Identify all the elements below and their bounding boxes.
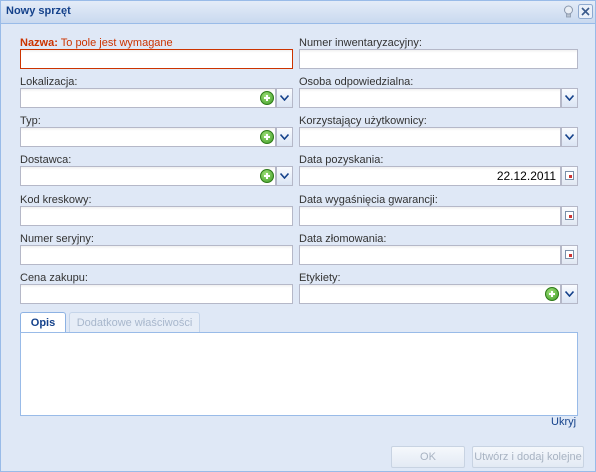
inventory-number-input[interactable] [299, 49, 578, 69]
responsible-person-input[interactable] [299, 88, 561, 108]
description-panel [20, 332, 578, 416]
purchase-price-input[interactable] [20, 284, 293, 304]
warranty-end-date-calendar-icon[interactable] [561, 206, 578, 226]
serial-number-label: Numer seryjny: [20, 233, 94, 245]
add-supplier-plus-icon[interactable] [260, 169, 274, 183]
tab-additional-properties[interactable]: Dodatkowe właściwości [69, 312, 200, 333]
warranty-end-date-label: Data wygaśnięcia gwarancji: [299, 194, 438, 206]
type-dropdown-chevron-down-icon[interactable] [276, 127, 293, 147]
users-dropdown-chevron-down-icon[interactable] [561, 127, 578, 147]
ok-button[interactable]: OK [391, 446, 465, 468]
lightbulb-icon[interactable] [561, 4, 576, 19]
supplier-dropdown-chevron-down-icon[interactable] [276, 166, 293, 186]
location-input[interactable] [20, 88, 276, 108]
tab-description[interactable]: Opis [20, 312, 66, 333]
window-footer: OK Utwórz i dodaj kolejne [1, 436, 595, 471]
add-type-plus-icon[interactable] [260, 130, 274, 144]
type-label: Typ: [20, 115, 41, 127]
labels-label: Etykiety: [299, 272, 341, 284]
location-label: Lokalizacja: [20, 76, 78, 88]
users-input[interactable] [299, 127, 561, 147]
window-title: Nowy sprzęt [6, 5, 71, 17]
warranty-end-date-input[interactable] [299, 206, 561, 226]
users-label: Korzystający użytkownicy: [299, 115, 427, 127]
purchase-price-label: Cena zakupu: [20, 272, 88, 284]
acquisition-date-calendar-icon[interactable] [561, 166, 578, 186]
hide-link[interactable]: Ukryj [551, 416, 576, 428]
labels-dropdown-chevron-down-icon[interactable] [561, 284, 578, 304]
name-input[interactable] [20, 49, 293, 69]
responsible-person-label: Osoba odpowiedzialna: [299, 76, 414, 88]
barcode-input[interactable] [20, 206, 293, 226]
close-icon[interactable] [578, 4, 593, 19]
scrap-date-calendar-icon[interactable] [561, 245, 578, 265]
acquisition-date-label: Data pozyskania: [299, 154, 384, 166]
add-location-plus-icon[interactable] [260, 91, 274, 105]
name-error-text: To pole jest wymagane [57, 37, 173, 49]
inventory-number-label: Numer inwentaryzacyjny: [299, 37, 422, 49]
location-dropdown-chevron-down-icon[interactable] [276, 88, 293, 108]
supplier-input[interactable] [20, 166, 276, 186]
barcode-label: Kod kreskowy: [20, 194, 92, 206]
responsible-person-dropdown-chevron-down-icon[interactable] [561, 88, 578, 108]
scrap-date-input[interactable] [299, 245, 561, 265]
labels-input[interactable] [299, 284, 561, 304]
add-label-plus-icon[interactable] [545, 287, 559, 301]
form-body: Nazwa: To pole jest wymagane Numer inwen… [1, 24, 595, 436]
acquisition-date-input[interactable] [299, 166, 561, 186]
window-titlebar[interactable]: Nowy sprzęt [1, 1, 595, 24]
name-label-text: Nazwa: [20, 37, 58, 49]
new-equipment-window: Nowy sprzęt Nazwa: To pole jest wymagane… [0, 0, 596, 472]
create-and-add-another-button[interactable]: Utwórz i dodaj kolejne [472, 446, 584, 468]
name-label: Nazwa: To pole jest wymagane [20, 37, 173, 49]
scrap-date-label: Data złomowania: [299, 233, 387, 245]
serial-number-input[interactable] [20, 245, 293, 265]
type-input[interactable] [20, 127, 276, 147]
description-textarea[interactable] [21, 333, 577, 415]
supplier-label: Dostawca: [20, 154, 72, 166]
